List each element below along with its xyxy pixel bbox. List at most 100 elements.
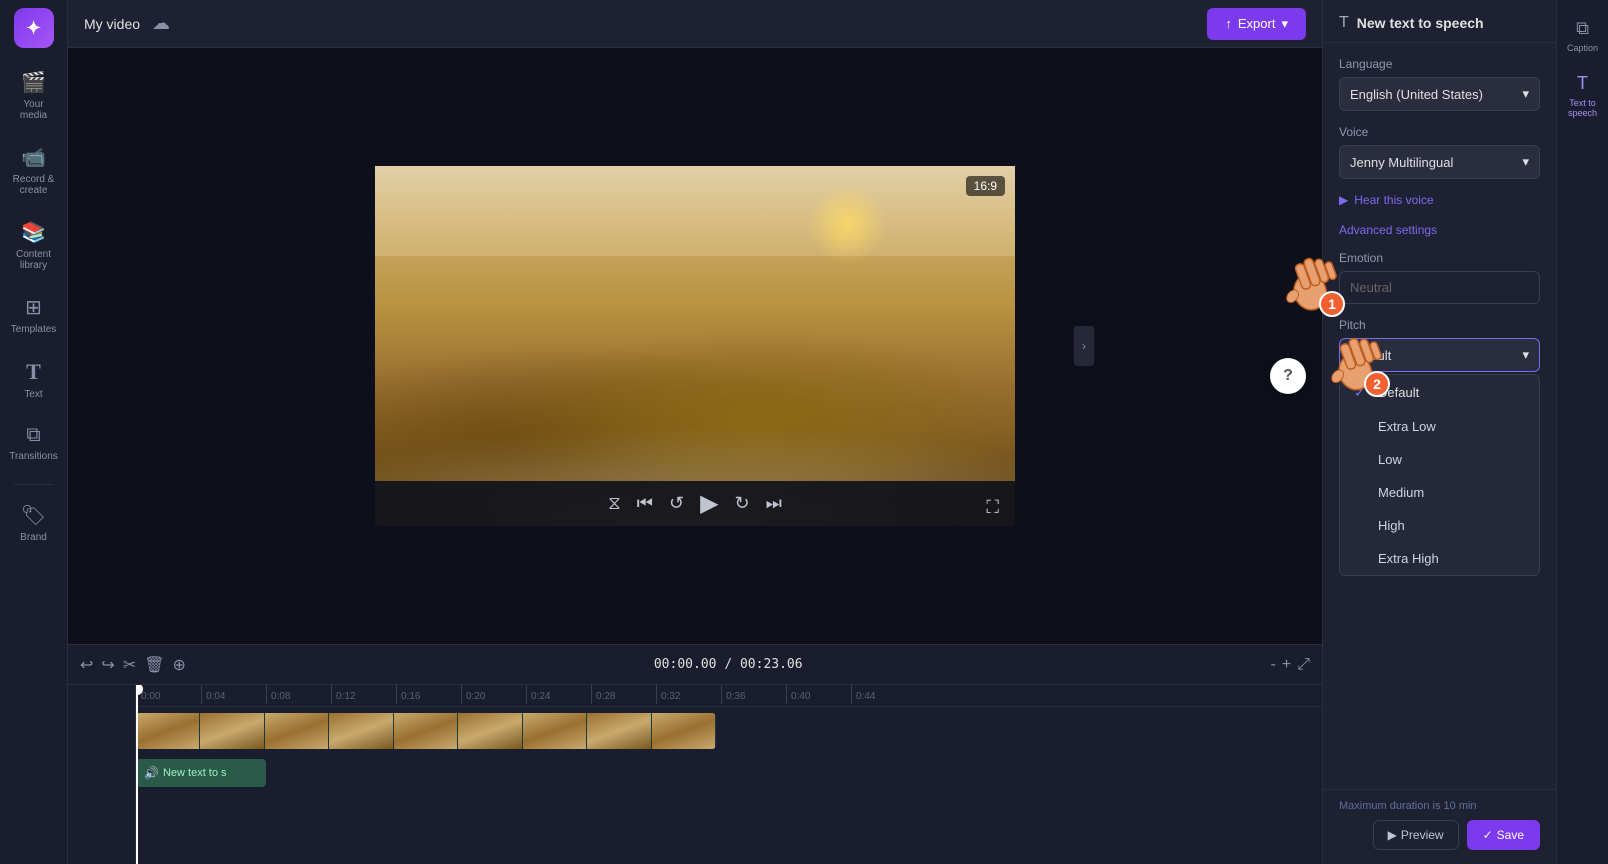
audio-clip-label: New text to s xyxy=(163,767,227,779)
audio-clip[interactable]: 🔊 New text to s xyxy=(136,759,266,787)
media-icon: 🎬 xyxy=(21,70,46,95)
ruler-mark: 0:00 xyxy=(136,685,201,704)
preview-button[interactable]: ▶ Preview xyxy=(1373,820,1459,850)
project-title: My video xyxy=(84,16,140,32)
caption-icon: ⧉ xyxy=(1576,18,1589,39)
ruler-mark: 0:04 xyxy=(201,685,266,704)
undo-button[interactable]: ↩ xyxy=(80,655,93,675)
ruler-mark: 0:28 xyxy=(591,685,656,704)
pitch-option-default[interactable]: ✓ Default xyxy=(1340,375,1539,410)
sidebar-item-brand[interactable]: 🏷 Brand xyxy=(4,493,64,553)
timeline-content: 0:00 0:04 0:08 0:12 0:16 0:20 0:24 0:28 … xyxy=(136,685,1322,864)
cloud-save-icon[interactable]: ☁ xyxy=(152,13,170,34)
advanced-settings-toggle[interactable]: Advanced settings xyxy=(1339,223,1540,237)
save-check-icon: ✓ xyxy=(1483,828,1493,842)
pitch-option-medium[interactable]: Medium xyxy=(1340,476,1539,509)
sidebar-item-text[interactable]: T Text xyxy=(4,349,64,410)
ruler-mark: 0:16 xyxy=(396,685,461,704)
play-button[interactable]: ▶ xyxy=(700,489,718,518)
hear-voice-button[interactable]: ▶ Hear this voice xyxy=(1339,193,1540,207)
panel-content: Language English (United States) ▾ Voice… xyxy=(1323,43,1556,789)
voice-label: Voice xyxy=(1339,125,1540,139)
fullscreen-button[interactable]: ⛶ xyxy=(986,497,999,518)
sidebar-item-templates[interactable]: ⊞ Templates xyxy=(4,285,64,345)
export-button[interactable]: ↑ Export ▾ xyxy=(1207,8,1306,40)
ruler-mark: 0:20 xyxy=(461,685,526,704)
timeline-time: 00:00.00 / 00:23.06 xyxy=(654,657,803,672)
track-labels xyxy=(68,685,136,864)
max-duration-note: Maximum duration is 10 min xyxy=(1339,800,1540,812)
fit-timeline-button[interactable]: ⤢ xyxy=(1297,656,1310,674)
tts-tab[interactable]: T Text to speech xyxy=(1559,63,1607,128)
add-media-button[interactable]: ⊕ xyxy=(173,655,186,675)
check-icon: ✓ xyxy=(1354,384,1370,401)
left-sidebar: ✦ 🎬 Your media 📹 Record & create 📚 Conte… xyxy=(0,0,68,864)
ruler-mark: 0:24 xyxy=(526,685,591,704)
subtitle-toggle-button[interactable]: ⧖ xyxy=(608,493,621,514)
right-panel: T New text to speech Language English (U… xyxy=(1322,0,1556,864)
brand-icon: 🏷 xyxy=(21,503,46,528)
skip-back-button[interactable]: ⏮ xyxy=(637,493,653,514)
tts-icon: T xyxy=(1577,73,1588,94)
timeline-area: ↩ ↪ ✂ 🗑 ⊕ 00:00.00 / 00:23.06 - + ⤢ xyxy=(68,644,1322,864)
transitions-icon: ⧉ xyxy=(26,424,40,447)
topbar: My video ☁ ↑ Export ▾ xyxy=(68,0,1322,48)
sidebar-item-content-library[interactable]: 📚 Content library xyxy=(4,210,64,281)
export-icon: ↑ xyxy=(1225,16,1232,31)
sidebar-item-record-create[interactable]: 📹 Record & create xyxy=(4,135,64,206)
pitch-option-low[interactable]: Low xyxy=(1340,443,1539,476)
ruler-mark: 0:44 xyxy=(851,685,916,704)
timeline-toolbar: ↩ ↪ ✂ 🗑 ⊕ 00:00.00 / 00:23.06 - + ⤢ xyxy=(68,645,1322,685)
footer-buttons: ▶ Preview ✓ Save xyxy=(1339,820,1540,850)
cut-button[interactable]: ✂ xyxy=(123,655,136,675)
save-button[interactable]: ✓ Save xyxy=(1467,820,1540,850)
ruler-mark: 0:40 xyxy=(786,685,851,704)
timeline-ruler: 0:00 0:04 0:08 0:12 0:16 0:20 0:24 0:28 … xyxy=(136,685,1322,707)
skip-forward-button[interactable]: ⏭ xyxy=(766,493,782,514)
video-overlay: 16:9 xyxy=(375,166,1015,526)
caption-sidebar: ⧉ Caption T Text to speech xyxy=(1556,0,1608,864)
text-tool-icon: T xyxy=(26,359,41,385)
aspect-ratio-badge: 16:9 xyxy=(966,176,1005,196)
pitch-option-extra-low[interactable]: Extra Low xyxy=(1340,410,1539,443)
record-icon: 📹 xyxy=(21,145,46,170)
forward-button[interactable]: ↻ xyxy=(735,493,750,514)
panel-footer: Maximum duration is 10 min ▶ Preview ✓ S… xyxy=(1323,789,1556,864)
app-logo[interactable]: ✦ xyxy=(14,8,54,48)
rewind-button[interactable]: ↺ xyxy=(669,493,684,514)
collapse-panel-button[interactable]: › xyxy=(1074,326,1094,366)
sidebar-divider xyxy=(14,484,54,485)
pitch-option-high[interactable]: High xyxy=(1340,509,1539,542)
voice-dropdown[interactable]: Jenny Multilingual ▾ xyxy=(1339,145,1540,179)
panel-header: T New text to speech xyxy=(1323,0,1556,43)
help-button[interactable]: ? xyxy=(1270,358,1306,394)
zoom-out-button[interactable]: - xyxy=(1271,656,1276,674)
ruler-mark: 0:36 xyxy=(721,685,786,704)
video-container: 16:9 ⧖ ⏮ ↺ ▶ ↻ ⏭ ⛶ xyxy=(375,166,1015,526)
delete-button[interactable]: 🗑 xyxy=(144,655,164,675)
sidebar-item-transitions[interactable]: ⧉ Transitions xyxy=(4,414,64,472)
timeline-playhead xyxy=(136,685,138,864)
zoom-in-button[interactable]: + xyxy=(1282,656,1291,674)
video-controls: ⧖ ⏮ ↺ ▶ ↻ ⏭ ⛶ xyxy=(375,481,1015,526)
caption-tab[interactable]: ⧉ Caption xyxy=(1559,8,1607,63)
pitch-options-menu: ✓ Default Extra Low Low Medium Hig xyxy=(1339,374,1540,576)
ruler-mark: 0:08 xyxy=(266,685,331,704)
templates-icon: ⊞ xyxy=(25,295,42,320)
audio-icon: 🔊 xyxy=(144,766,159,780)
sidebar-item-your-media[interactable]: 🎬 Your media xyxy=(4,60,64,131)
emotion-field[interactable]: Neutral xyxy=(1339,271,1540,304)
play-circle-icon: ▶ xyxy=(1339,193,1348,207)
language-dropdown[interactable]: English (United States) ▾ xyxy=(1339,77,1540,111)
pitch-option-extra-high[interactable]: Extra High xyxy=(1340,542,1539,575)
video-clip[interactable] xyxy=(136,713,716,749)
audio-track: 🔊 New text to s xyxy=(136,751,1322,791)
language-chevron-icon: ▾ xyxy=(1522,86,1529,102)
voice-chevron-icon: ▾ xyxy=(1522,154,1529,170)
panel-title: New text to speech xyxy=(1357,15,1484,31)
pitch-dropdown[interactable]: Default ▾ xyxy=(1339,338,1540,372)
video-track xyxy=(136,707,1322,751)
chevron-right-icon: › xyxy=(1082,339,1086,353)
redo-button[interactable]: ↪ xyxy=(101,655,114,675)
language-label: Language xyxy=(1339,57,1540,71)
